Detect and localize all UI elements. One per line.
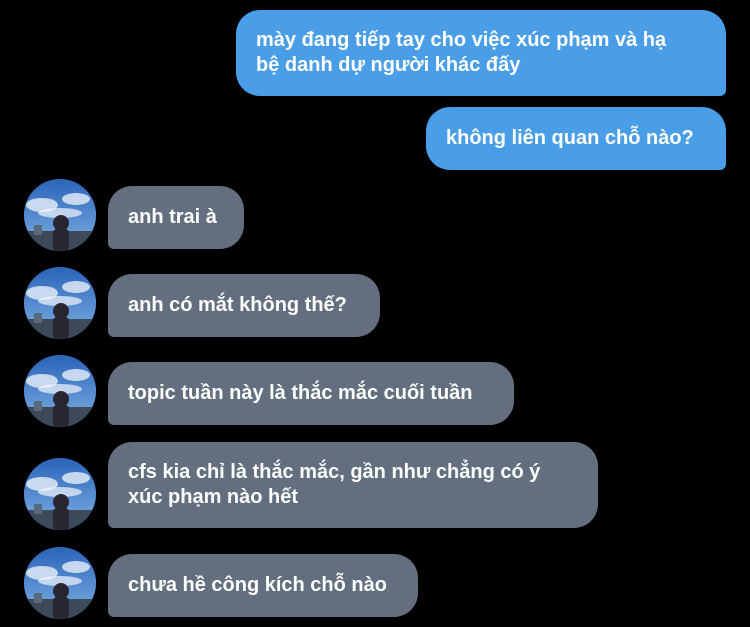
received-message-text: anh trai à — [128, 206, 217, 228]
contact-avatar-icon[interactable] — [24, 267, 96, 339]
received-message-bubble[interactable]: cfs kia chỉ là thắc mắc, gần như chẳng c… — [108, 442, 598, 528]
received-message-bubble[interactable]: chưa hề công kích chỗ nào — [108, 554, 418, 617]
received-message-text: anh có mắt không thế? — [128, 294, 347, 316]
sent-message-bubble[interactable]: không liên quan chỗ nào? — [426, 107, 726, 170]
received-message-text: cfs kia chỉ là thắc mắc, gần như chẳng c… — [128, 461, 541, 508]
contact-avatar-icon[interactable] — [24, 355, 96, 427]
sent-message-text: mày đang tiếp tay cho việc xúc phạm và h… — [256, 29, 667, 76]
sent-message-bubble[interactable]: mày đang tiếp tay cho việc xúc phạm và h… — [236, 10, 726, 96]
contact-avatar-icon[interactable] — [24, 547, 96, 619]
contact-avatar-icon[interactable] — [24, 458, 96, 530]
contact-avatar-icon[interactable] — [24, 179, 96, 251]
received-message-bubble[interactable]: topic tuần này là thắc mắc cuối tuần — [108, 362, 514, 425]
received-message-bubble[interactable]: anh trai à — [108, 186, 244, 249]
sent-message-text: không liên quan chỗ nào? — [446, 127, 694, 149]
received-message-text: topic tuần này là thắc mắc cuối tuần — [128, 382, 473, 404]
received-message-text: chưa hề công kích chỗ nào — [128, 574, 387, 596]
received-message-bubble[interactable]: anh có mắt không thế? — [108, 274, 380, 337]
